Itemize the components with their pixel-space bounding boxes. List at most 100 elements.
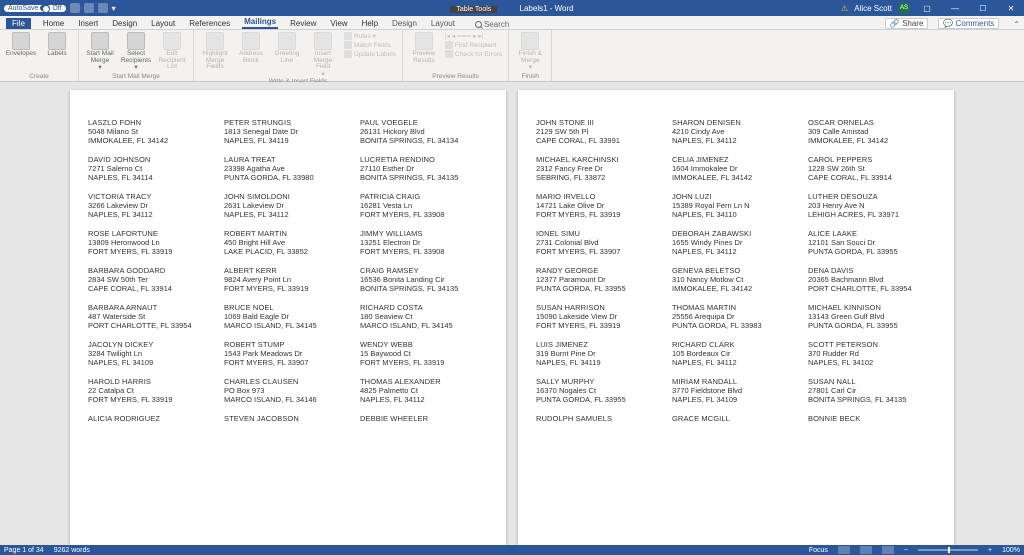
status-words[interactable]: 9262 words	[54, 547, 90, 554]
zoom-out-button[interactable]: −	[904, 547, 908, 554]
edit-recipient-list-button[interactable]: Edit Recipient List	[157, 32, 187, 71]
greeting-line-button[interactable]: Greeting Line	[272, 32, 302, 64]
label-name: SCOTT PETERSON	[808, 340, 936, 349]
greeting-icon	[278, 32, 296, 50]
label-city: PORT CHARLOTTE, FL 33954	[88, 321, 216, 330]
save-icon[interactable]	[70, 3, 80, 13]
highlight-merge-fields-button[interactable]: Highlight Merge Fields	[200, 32, 230, 71]
label-name: IONEL SIMU	[536, 229, 664, 238]
tab-view[interactable]: View	[328, 19, 349, 29]
label-city: FORT MYERS, FL 33908	[360, 210, 488, 219]
label-city: NAPLES, FL 34112	[672, 136, 800, 145]
user-avatar[interactable]: AS	[898, 2, 910, 14]
label-city: IMMOKALEE, FL 34142	[808, 136, 936, 145]
label-name: DAVID JOHNSON	[88, 155, 216, 164]
label-city: SEBRING, FL 33872	[536, 173, 664, 182]
mailing-label: RICHARD CLARK105 Bordeaux CirNAPLES, FL …	[672, 340, 800, 367]
read-mode-icon[interactable]	[838, 546, 850, 554]
tab-layout[interactable]: Layout	[149, 19, 177, 29]
label-city: PUNTA GORDA, FL 33955	[536, 395, 664, 404]
ribbon-display-options-icon[interactable]: ▢	[916, 0, 938, 16]
comments-button[interactable]: 💬 Comments	[938, 18, 999, 29]
search-box[interactable]: Search	[475, 20, 509, 29]
label-address: 5048 Milano St	[88, 127, 216, 136]
label-city: NAPLES, FL 34112	[88, 210, 216, 219]
label-name: MICHAEL KARCHINSKI	[536, 155, 664, 164]
close-button[interactable]: ✕	[1000, 0, 1022, 16]
edit-list-icon	[163, 32, 181, 50]
group-label-finish: Finish	[515, 73, 545, 81]
group-finish: Finish & Merge▾ Finish	[509, 30, 552, 81]
tab-insert[interactable]: Insert	[76, 19, 100, 29]
labels-button[interactable]: Labels	[42, 32, 72, 58]
insert-field-icon	[314, 32, 332, 50]
mailing-label: RUDOLPH SAMUELS	[536, 414, 664, 423]
preview-results-button[interactable]: Preview Results	[409, 32, 439, 64]
label-address: 16370 Nogales Ct	[536, 386, 664, 395]
label-name: VICTORIA TRACY	[88, 192, 216, 201]
mailing-label: ROBERT STUMP1543 Park Meadows DrFORT MYE…	[224, 340, 352, 367]
label-city: BONITA SPRINGS, FL 34134	[360, 136, 488, 145]
record-nav[interactable]: |◂ ◂ ▸ ▸|	[445, 32, 502, 40]
finish-merge-button[interactable]: Finish & Merge▾	[515, 32, 545, 72]
collapse-ribbon-icon[interactable]: ⌃	[1009, 20, 1024, 29]
page-2: JOHN STONE III2129 SW 5th PlCAPE CORAL, …	[518, 90, 954, 545]
mailing-label: SUSAN NALL27801 Carl CirBONITA SPRINGS, …	[808, 377, 936, 404]
focus-mode-button[interactable]: Focus	[809, 547, 828, 554]
record-number-field[interactable]	[457, 35, 471, 37]
find-recipient-button[interactable]: Find Recipient	[445, 41, 502, 49]
address-block-button[interactable]: Address Block	[236, 32, 266, 64]
mailing-label: RICHARD COSTA180 Seaview CtMARCO ISLAND,…	[360, 303, 488, 330]
qat-customize-icon[interactable]: ▾	[112, 4, 116, 13]
mailing-label: CAROL PEPPERS1228 SW 26th StCAPE CORAL, …	[808, 155, 936, 182]
web-layout-icon[interactable]	[882, 546, 894, 554]
zoom-slider[interactable]	[918, 549, 978, 551]
tab-table-design[interactable]: Design	[390, 19, 419, 29]
check-errors-button[interactable]: Check for Errors	[445, 50, 502, 58]
redo-icon[interactable]	[98, 3, 108, 13]
autosave-toggle[interactable]: AutoSave Off	[4, 5, 66, 12]
label-address: 27110 Esther Dr	[360, 164, 488, 173]
tab-file[interactable]: File	[6, 18, 31, 29]
undo-icon[interactable]	[84, 3, 94, 13]
minimize-button[interactable]: —	[944, 0, 966, 16]
tab-review[interactable]: Review	[288, 19, 318, 29]
label-name: PAUL VOEGELE	[360, 118, 488, 127]
tab-help[interactable]: Help	[360, 19, 380, 29]
tab-references[interactable]: References	[187, 19, 232, 29]
label-name: ALICE LAAKE	[808, 229, 936, 238]
label-name: RUDOLPH SAMUELS	[536, 414, 664, 423]
label-name: LUIS JIMENEZ	[536, 340, 664, 349]
envelopes-button[interactable]: Envelopes	[6, 32, 36, 58]
rules-button[interactable]: Rules ▾	[344, 32, 396, 40]
label-city: LAKE PLACID, FL 33852	[224, 247, 352, 256]
tab-home[interactable]: Home	[41, 19, 66, 29]
mailing-label: CHARLES CLAUSENPO Box 973MARCO ISLAND, F…	[224, 377, 352, 404]
zoom-in-button[interactable]: +	[988, 547, 992, 554]
tab-mailings[interactable]: Mailings	[242, 17, 278, 29]
maximize-button[interactable]: ☐	[972, 0, 994, 16]
share-button[interactable]: 🔗 Share	[885, 18, 929, 29]
start-mail-merge-button[interactable]: Start Mail Merge▾	[85, 32, 115, 72]
label-address: 20365 Bachmann Blvd	[808, 275, 936, 284]
label-address: 487 Waterside St	[88, 312, 216, 321]
update-labels-button[interactable]: Update Labels	[344, 50, 396, 58]
mailing-label: MICHAEL KARCHINSKI2312 Fancy Free DrSEBR…	[536, 155, 664, 182]
label-city: PUNTA GORDA, FL 33955	[808, 247, 936, 256]
status-page[interactable]: Page 1 of 34	[4, 547, 44, 554]
label-city: PUNTA GORDA, FL 33955	[536, 284, 664, 293]
user-name[interactable]: Alice Scott	[854, 4, 892, 13]
insert-merge-field-button[interactable]: Insert Merge Field▾	[308, 32, 338, 78]
match-fields-button[interactable]: Match Fields	[344, 41, 396, 49]
tab-design[interactable]: Design	[110, 19, 139, 29]
mailing-label: LASZLO FOHN5048 Milano StIMMOKALEE, FL 3…	[88, 118, 216, 145]
label-city: IMMOKALEE, FL 34142	[672, 284, 800, 293]
label-city: PUNTA GORDA, FL 33983	[672, 321, 800, 330]
tab-table-layout[interactable]: Layout	[429, 19, 457, 29]
zoom-level[interactable]: 100%	[1002, 547, 1020, 554]
label-name: LAURA TREAT	[224, 155, 352, 164]
print-layout-icon[interactable]	[860, 546, 872, 554]
select-recipients-button[interactable]: Select Recipients▾	[121, 32, 151, 72]
label-city: NAPLES, FL 34102	[808, 358, 936, 367]
document-area[interactable]: LASZLO FOHN5048 Milano StIMMOKALEE, FL 3…	[0, 82, 1024, 545]
